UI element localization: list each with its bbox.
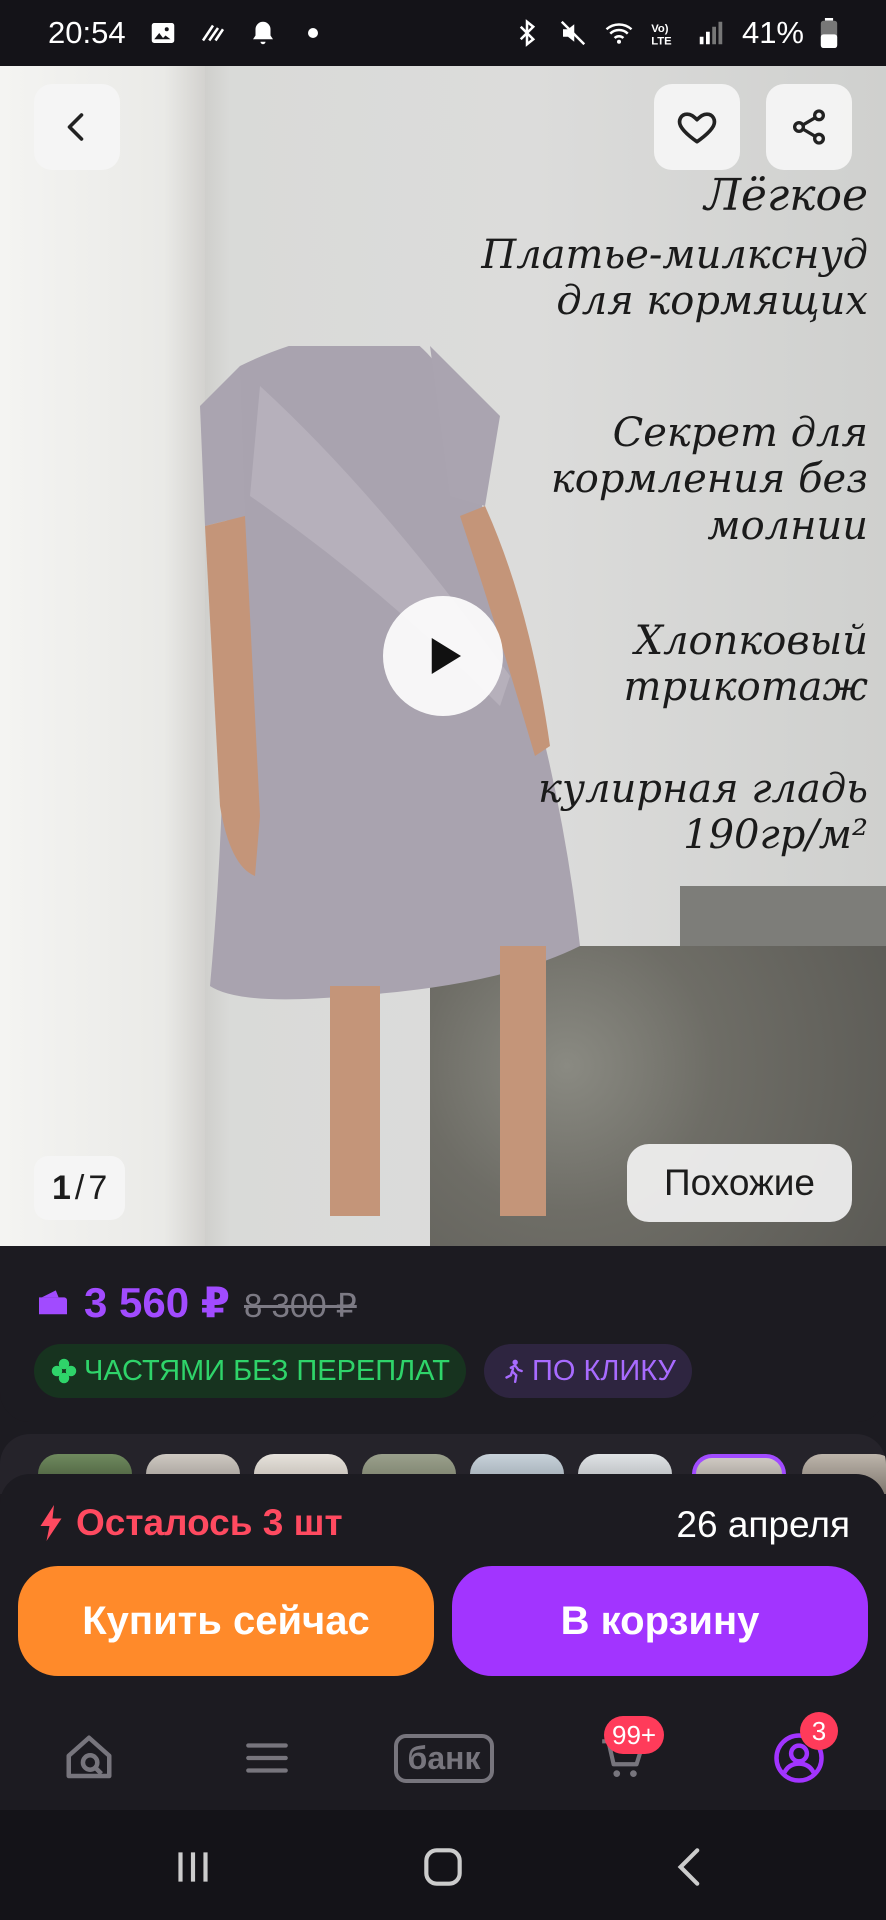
nav-catalog[interactable] [232, 1728, 302, 1788]
chevron-left-icon [67, 113, 84, 141]
share-icon [793, 109, 825, 145]
installment-badge-label: ЧАСТЯМИ БЕЗ ПЕРЕПЛАТ [84, 1354, 450, 1387]
stock-text: Осталось 3 шт [76, 1502, 343, 1543]
similar-products-button[interactable]: Похожие [627, 1144, 852, 1222]
caption-density: кулирная гладь 190гр/м² [538, 766, 868, 859]
share-button[interactable] [766, 84, 852, 170]
signal-icon [699, 21, 723, 45]
wifi-icon [605, 23, 633, 44]
image-counter-current: 1 [52, 1168, 71, 1207]
bottom-navigation: банк 99+ 3 [0, 1700, 886, 1810]
image-counter: 1 / 7 [34, 1156, 126, 1220]
recent-apps-icon[interactable] [168, 1842, 218, 1892]
favorite-button[interactable] [654, 84, 740, 170]
one-click-badge-label: ПО КЛИКУ [532, 1354, 676, 1387]
home-search-icon [66, 1735, 112, 1779]
data-saver-icon [201, 24, 224, 42]
caption-line: Хлопковый [634, 618, 868, 664]
svg-text:Vo): Vo) [651, 23, 669, 35]
caption-title: Лёгкое [704, 170, 868, 221]
notification-bell-icon [252, 21, 273, 45]
delivery-date[interactable]: 26 апреля [676, 1504, 850, 1546]
old-price: 8 300 ₽ [244, 1287, 357, 1324]
play-video-button[interactable] [383, 596, 503, 716]
caption-line: для кормящих [556, 278, 868, 325]
volte-icon: Vo)LTE [651, 23, 672, 48]
home-button-icon[interactable] [418, 1842, 468, 1892]
cart-count-badge: 99+ [604, 1716, 665, 1754]
caption-line: Секрет для [612, 410, 868, 456]
image-counter-separator: / [74, 1168, 85, 1207]
caption-subtitle: Платье-милкснуд для кормящих [481, 232, 868, 325]
back-button[interactable] [34, 84, 120, 170]
current-price: 3 560 ₽ [84, 1279, 230, 1326]
running-person-icon [505, 1359, 523, 1384]
caption-line: кормления без [550, 456, 868, 503]
heart-icon [677, 112, 717, 144]
buy-now-button[interactable]: Купить сейчас [18, 1566, 434, 1676]
bank-label: банк [393, 1733, 495, 1783]
nav-bank[interactable]: банк [386, 1728, 502, 1788]
purchase-sheet: Осталось 3 шт 26 апреля Купить сейчас В … [0, 1474, 886, 1700]
lightning-icon [40, 1505, 62, 1541]
svg-text:LTE: LTE [651, 35, 672, 47]
installment-badge[interactable]: ЧАСТЯМИ БЕЗ ПЕРЕПЛАТ [34, 1344, 466, 1398]
menu-icon [246, 1743, 288, 1773]
battery-icon [820, 18, 838, 48]
one-click-badge[interactable]: ПО КЛИКУ [484, 1344, 692, 1398]
caption-line: Платье-милкснуд [481, 232, 868, 278]
image-counter-total: 7 [88, 1168, 108, 1207]
mute-icon [560, 20, 586, 46]
caption-fabric: Хлопковый трикотаж [623, 618, 868, 711]
nav-home[interactable] [54, 1728, 124, 1788]
gallery-icon [151, 23, 174, 43]
system-navigation-bar [0, 1810, 886, 1920]
caption-line: 190гр/м² [683, 812, 868, 859]
caption-line: молнии [707, 502, 868, 549]
wallet-icon [39, 1289, 67, 1314]
image-background-pillar [0, 66, 205, 1246]
play-icon [431, 638, 461, 674]
caption-line: трикотаж [623, 664, 868, 711]
dot-icon [307, 28, 318, 38]
price-row: 3 560 ₽ 8 300 ₽ [36, 1278, 357, 1327]
battery-percent: 41% [741, 15, 804, 50]
caption-line: кулирная гладь [538, 766, 868, 812]
stock-indicator: Осталось 3 шт [38, 1502, 343, 1544]
profile-notification-badge: 3 [800, 1712, 838, 1750]
bluetooth-icon [519, 19, 536, 47]
price-card: 3 560 ₽ 8 300 ₽ ЧАСТЯМИ БЕЗ ПЕРЕПЛАТ ПО … [0, 1246, 886, 1422]
status-bar: 20:54 Vo) LTE 41% [0, 0, 886, 66]
status-time: 20:54 [48, 15, 126, 50]
clover-icon [51, 1358, 77, 1384]
add-to-cart-button[interactable]: В корзину [452, 1566, 868, 1676]
back-nav-icon[interactable] [666, 1842, 716, 1892]
caption-secret: Секрет для кормления без молнии [551, 410, 868, 549]
product-image[interactable]: Лёгкое Платье-милкснуд для кормящих Секр… [0, 66, 886, 1246]
